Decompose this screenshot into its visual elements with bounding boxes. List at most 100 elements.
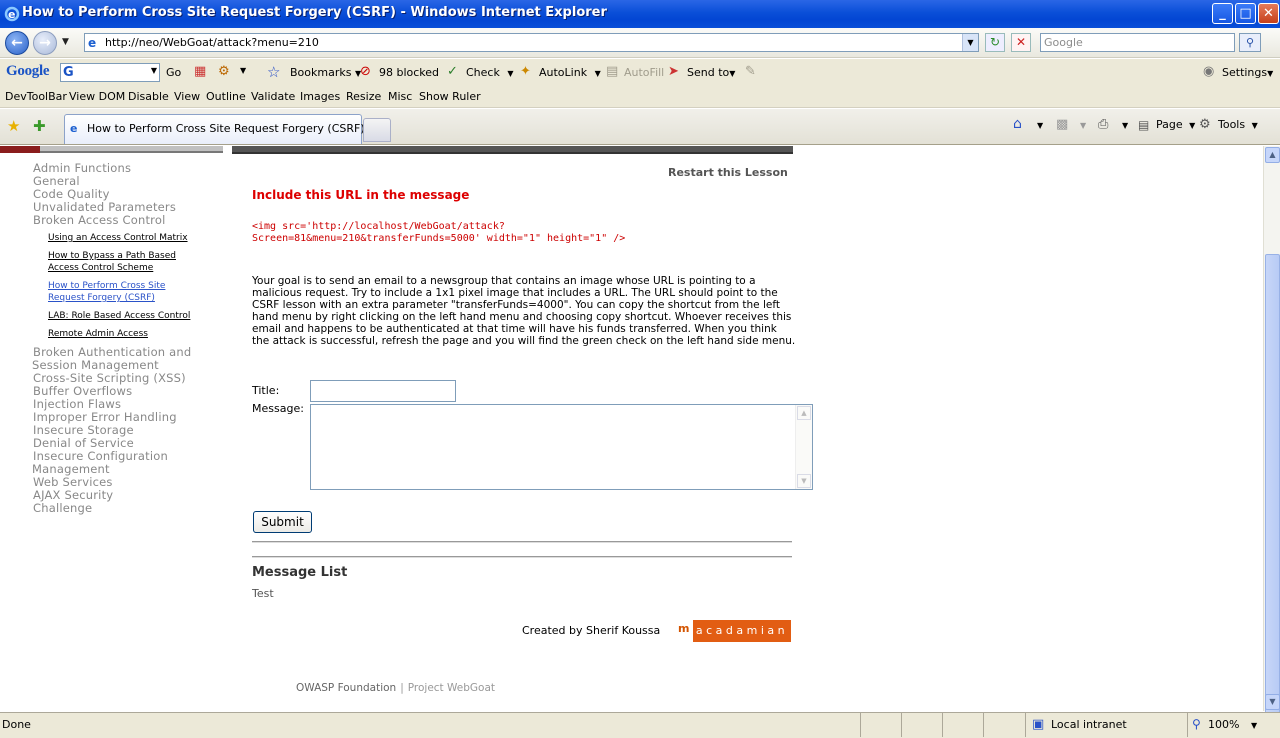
print-icon[interactable]: ⎙ [1098,117,1108,132]
devtoolbar-view-dom[interactable]: View DOM [69,90,125,103]
tools-menu-button[interactable]: Tools ▼ [1218,118,1258,131]
menu-category[interactable]: Challenge [33,502,233,515]
page-scroll-down-icon[interactable]: ▼ [1265,694,1280,710]
menu-lesson-link[interactable]: How to Perform Cross Site Request Forgery… [33,280,233,304]
news-icon[interactable]: ▦ [194,64,206,79]
home-dropdown-icon[interactable]: ▼ [1037,121,1043,130]
acadamian-logo[interactable]: acadamian [693,620,791,642]
intranet-icon: ▣ [1032,717,1045,732]
search-input[interactable]: Google [1040,33,1235,52]
dev-toolbar: DevToolBar View DOM Disable View Outline… [0,86,1280,108]
devtoolbar-resize[interactable]: Resize [346,90,381,103]
page-scrollbar[interactable]: ▲ ▼ [1263,146,1280,738]
google-search-dropdown-icon[interactable]: ▼ [151,66,157,75]
menu-lesson-link[interactable]: Using an Access Control Matrix [33,232,233,244]
title-input[interactable] [310,380,456,402]
add-favorite-icon[interactable]: ✚ [33,117,46,135]
owasp-foundation-link[interactable]: OWASP Foundation [296,682,396,694]
zoom-icon: ⚲ [1192,717,1201,731]
popup-blocked-button[interactable]: 98 blocked [379,66,439,79]
google-go-button[interactable]: Go [166,66,181,79]
security-zone[interactable]: ▣ Local intranet [1025,713,1185,737]
back-button[interactable]: ← [5,31,29,55]
feeds-icon[interactable]: ▩ [1056,117,1068,132]
settings-label: Settings [1222,66,1268,79]
bookmarks-button[interactable]: Bookmarks ▼ [290,66,361,79]
history-dropdown-icon[interactable]: ▼ [62,37,69,47]
favorites-star-icon[interactable]: ★ [7,117,20,135]
attack-code-line-1: <img src='http://localhost/WebGoat/attac… [252,221,505,232]
menu-category[interactable]: Broken Access Control [33,214,233,227]
devtoolbar-misc[interactable]: Misc [388,90,412,103]
check-button[interactable]: Check ▼ [466,66,514,79]
google-logo-text: Google [6,63,50,79]
status-cell-3 [942,713,983,737]
lesson-goal-text: Your goal is to send an email to a newsg… [252,275,796,347]
menu-lesson-link[interactable]: LAB: Role Based Access Control [33,310,233,322]
home-icon[interactable]: ⌂ [1013,116,1022,132]
devtoolbar-images[interactable]: Images [300,90,340,103]
include-url-heading: Include this URL in the message [252,188,470,202]
project-webgoat-link[interactable]: Project WebGoat [408,682,495,694]
restart-lesson-link[interactable]: Restart this Lesson [668,166,788,179]
page-scroll-up-icon[interactable]: ▲ [1265,147,1280,163]
menu-lesson-link[interactable]: Remote Admin Access [33,328,233,340]
submit-button[interactable]: Submit [253,511,312,533]
send-to-button[interactable]: Send to▼ [687,66,735,79]
stop-button[interactable]: ✕ [1011,33,1031,52]
devtoolbar-disable[interactable]: Disable [128,90,169,103]
devtoolbar-outline[interactable]: Outline [206,90,246,103]
menu-lesson-link-line: How to Perform Cross Site [48,281,166,291]
message-textarea[interactable]: ▲ ▼ [310,404,813,490]
forward-button[interactable]: → [33,31,57,55]
search-button[interactable]: ⚲ [1239,33,1261,52]
page-menu-label: Page [1156,118,1183,131]
page-menu-button[interactable]: Page ▼ [1156,118,1195,131]
minimize-button[interactable]: _ [1212,3,1233,24]
devtoolbar-view[interactable]: View [174,90,200,103]
google-search-input[interactable]: G ▼ [60,63,160,82]
menu-lesson-link-line: Using an Access Control Matrix [48,233,188,243]
zoom-level[interactable]: ⚲ 100% ▼ [1187,713,1280,737]
refresh-button[interactable]: ↻ [985,33,1005,52]
check-label: Check [466,66,500,79]
tools-menu-label: Tools [1218,118,1246,131]
autofill-button[interactable]: AutoFill [624,66,664,79]
window-title: How to Perform Cross Site Request Forger… [22,5,607,20]
address-input[interactable]: e http://neo/WebGoat/attack?menu=210 ▼ [84,33,979,52]
print-dropdown-icon[interactable]: ▼ [1122,121,1128,130]
toolbar-dropdown-icon[interactable]: ▼ [240,66,246,75]
message-list-heading: Message List [252,565,348,580]
devtoolbar-validate[interactable]: Validate [251,90,295,103]
status-bar: Done ▣ Local intranet ⚲ 100% ▼ [0,712,1280,738]
attack-code: <img src='http://localhost/WebGoat/attac… [252,221,625,245]
menu-category[interactable]: Broken Authentication and Session Managem… [32,346,233,372]
tab-csrf[interactable]: e How to Perform Cross Site Request Forg… [64,114,365,144]
message-list-item[interactable]: Test [252,587,274,600]
settings-button[interactable]: Settings▼ [1222,66,1273,79]
tools-gear-icon: ⚙ [1199,117,1211,132]
message-label: Message: [252,402,304,415]
status-cell-2 [901,713,942,737]
menu-lesson-link[interactable]: How to Bypass a Path Based Access Control… [33,250,233,274]
settings-icon: ◉ [1203,64,1215,79]
divider-2 [252,556,792,558]
pagerank-icon[interactable]: ⚙ [218,64,230,79]
devtoolbar-show-ruler[interactable]: Show Ruler [419,90,481,103]
autolink-button[interactable]: AutoLink ▼ [539,66,601,79]
new-tab-button[interactable] [363,118,391,142]
highlighter-icon[interactable]: ✎ [745,64,756,79]
feeds-dropdown-icon[interactable]: ▼ [1080,121,1086,130]
scroll-up-icon[interactable]: ▲ [797,406,811,420]
address-dropdown-icon[interactable]: ▼ [962,34,978,51]
maximize-button[interactable]: □ [1235,3,1256,24]
close-button[interactable]: ✕ [1258,3,1279,24]
menu-category[interactable]: Insecure Configuration Management [32,450,233,476]
title-label: Title: [252,384,280,397]
page-scroll-thumb[interactable] [1265,254,1280,738]
check-dropdown-icon: ▼ [507,69,514,78]
message-scrollbar[interactable]: ▲ ▼ [795,405,812,489]
scroll-down-icon[interactable]: ▼ [797,474,811,488]
status-cell-1 [860,713,901,737]
tab-label: How to Perform Cross Site Request Forger… [87,122,365,135]
